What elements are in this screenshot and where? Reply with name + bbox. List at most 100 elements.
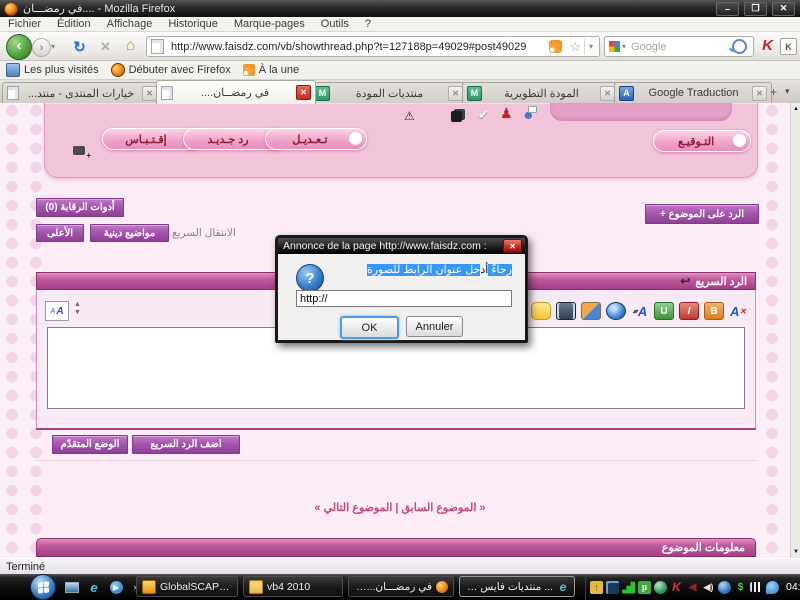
bookmark-getting-started[interactable]: Débuter avec Firefox [105,63,237,77]
scroll-up-icon[interactable]: ▲ [791,104,800,114]
menu-affichage[interactable]: Affichage [99,18,161,30]
currency-icon[interactable] [734,581,747,594]
download-manager-icon[interactable] [590,581,603,594]
taskbar-clock[interactable]: 04:36 [786,581,800,593]
bluetooth-icon[interactable] [766,581,779,594]
warn-user-icon[interactable] [500,107,513,119]
network-connections-icon[interactable] [606,581,619,594]
bookmark-star-icon[interactable] [569,39,581,55]
prev-next-links[interactable]: « الموضوع السابق | الموضوع التالي » [0,501,800,514]
reply-arrow-icon [680,274,690,288]
notification-horn-icon[interactable] [686,581,699,594]
url-bar[interactable] [146,36,600,57]
url-input[interactable] [169,40,545,54]
menu-outils[interactable]: Outils [313,18,357,30]
kaspersky-virtual-keyboard-button[interactable] [780,38,797,55]
url-dropdown-icon[interactable] [584,39,597,54]
home-button[interactable] [121,36,140,55]
show-desktop-icon[interactable] [64,579,80,595]
search-icon[interactable] [732,39,747,54]
reload-button[interactable] [70,37,89,56]
approve-icon[interactable] [478,109,489,121]
font-size-icon[interactable] [631,303,649,319]
list-all-tabs-icon[interactable]: ▾ [785,86,790,97]
thread-info-header[interactable]: معلومات الموضوع [36,538,756,557]
bookmark-most-visited[interactable]: Les plus visités [0,63,105,77]
underline-icon[interactable]: U [654,302,674,320]
tab-close-icon[interactable]: ✕ [448,86,463,101]
tab-ramadan-active[interactable]: ....في رمضــان ✕ [156,80,316,104]
remove-format-icon[interactable]: A [729,303,747,319]
forward-button[interactable] [32,38,51,57]
tab-mawada-forums[interactable]: منتديات المودة ✕ [310,82,468,103]
restore-button[interactable]: ❐ [744,2,767,16]
search-input[interactable] [629,40,732,54]
internet-explorer-icon[interactable] [86,579,102,595]
window-titlebar[interactable]: في رمضـــان.... - Mozilla Firefox – ❐ ✕ [0,0,800,17]
editor-resize-arrows-icon[interactable]: ▲▼ [74,301,81,317]
reply-to-thread-button[interactable]: + الرد على الموضوع [645,204,759,224]
report-post-icon[interactable] [404,110,415,122]
dialog-titlebar[interactable]: Annonce de la page http://www.faisdz.com… [278,238,525,254]
tab-close-icon[interactable]: ✕ [296,85,311,100]
tab-close-icon[interactable]: ✕ [752,86,767,101]
dialog-url-input[interactable] [296,290,512,307]
moderation-tools-button[interactable]: أدوات الرقابة (0) [36,198,124,217]
search-engine-dropdown-icon[interactable] [622,42,626,51]
menu-historique[interactable]: Historique [160,18,226,30]
volume-icon[interactable] [702,581,715,594]
utorrent-icon[interactable] [638,581,651,594]
task-internet-explorer[interactable]: ... منتديات فايس أسرة [459,576,575,597]
insert-image-icon[interactable] [581,302,601,320]
go-to-top-button[interactable]: الأعلى [36,224,84,242]
bold-icon[interactable]: B [704,302,724,320]
tab-mawada-dev[interactable]: المودة التطويرية ✕ [462,82,620,103]
signal-strength-icon[interactable] [622,581,635,594]
menu-edition[interactable]: Édition [49,18,99,30]
new-tab-button[interactable]: + [766,84,781,99]
italic-icon[interactable]: I [679,302,699,320]
kaspersky-tray-icon[interactable] [670,581,683,594]
editor-mode-toggle-icon[interactable] [45,301,69,321]
kaspersky-toolbar-icon[interactable] [759,37,776,54]
page-scrollbar[interactable]: ▲ ▼ [790,103,800,558]
tab-close-icon[interactable]: ✕ [142,86,157,101]
media-player-icon[interactable] [108,579,124,595]
post-userinfo-edge [550,103,732,121]
scroll-down-icon[interactable]: ▼ [791,547,800,557]
ip-flag-icon[interactable] [451,111,462,122]
close-button[interactable]: ✕ [772,2,795,16]
signature-button[interactable]: التـوقيـع [653,130,751,152]
cancel-button[interactable]: Annuler [406,316,463,337]
advanced-mode-button[interactable]: الوضع المتقدّم [52,435,128,454]
network-bars-icon[interactable] [750,582,763,592]
messenger-icon[interactable] [718,581,731,594]
rss-feed-icon[interactable] [549,40,562,53]
stop-button[interactable] [96,37,115,56]
task-vb4-folder[interactable]: vb4 2010 [243,576,343,597]
bookmark-latest-headlines[interactable]: À la une [237,64,305,76]
minimize-button[interactable]: – [716,2,739,16]
start-button[interactable] [30,574,56,600]
dialog-close-icon[interactable]: ✕ [503,239,522,253]
tab-google-translate[interactable]: Google Traduction ✕ [614,82,772,103]
menu-marque-pages[interactable]: Marque-pages [226,18,313,30]
task-globalscape[interactable]: GlobalSCAPE - Cut... [136,576,238,597]
post-quick-reply-button[interactable]: اضف الرد السريع [132,435,240,454]
insert-video-icon[interactable] [556,302,576,320]
history-dropdown-icon[interactable] [51,42,55,51]
internet-update-icon[interactable] [654,581,667,594]
multi-quote-icon[interactable] [73,146,85,155]
back-button[interactable] [6,34,32,60]
quick-nav-select[interactable]: مواضيع دينية [90,224,169,242]
menu-fichier[interactable]: Fichier [0,18,49,30]
edit-post-button[interactable]: تـعـديـل [265,128,367,150]
insert-link-icon[interactable] [606,302,626,320]
search-box[interactable] [604,36,754,57]
task-firefox[interactable]: في رمضـــان.... - M... [348,576,454,597]
menu-help[interactable]: ? [357,18,379,30]
tab-close-icon[interactable]: ✕ [600,86,615,101]
tab-forum-options[interactable]: ...خيارات المنتدى - منتد ✕ [2,82,162,103]
ok-button[interactable]: OK [340,316,399,339]
smilies-icon[interactable] [531,302,551,320]
